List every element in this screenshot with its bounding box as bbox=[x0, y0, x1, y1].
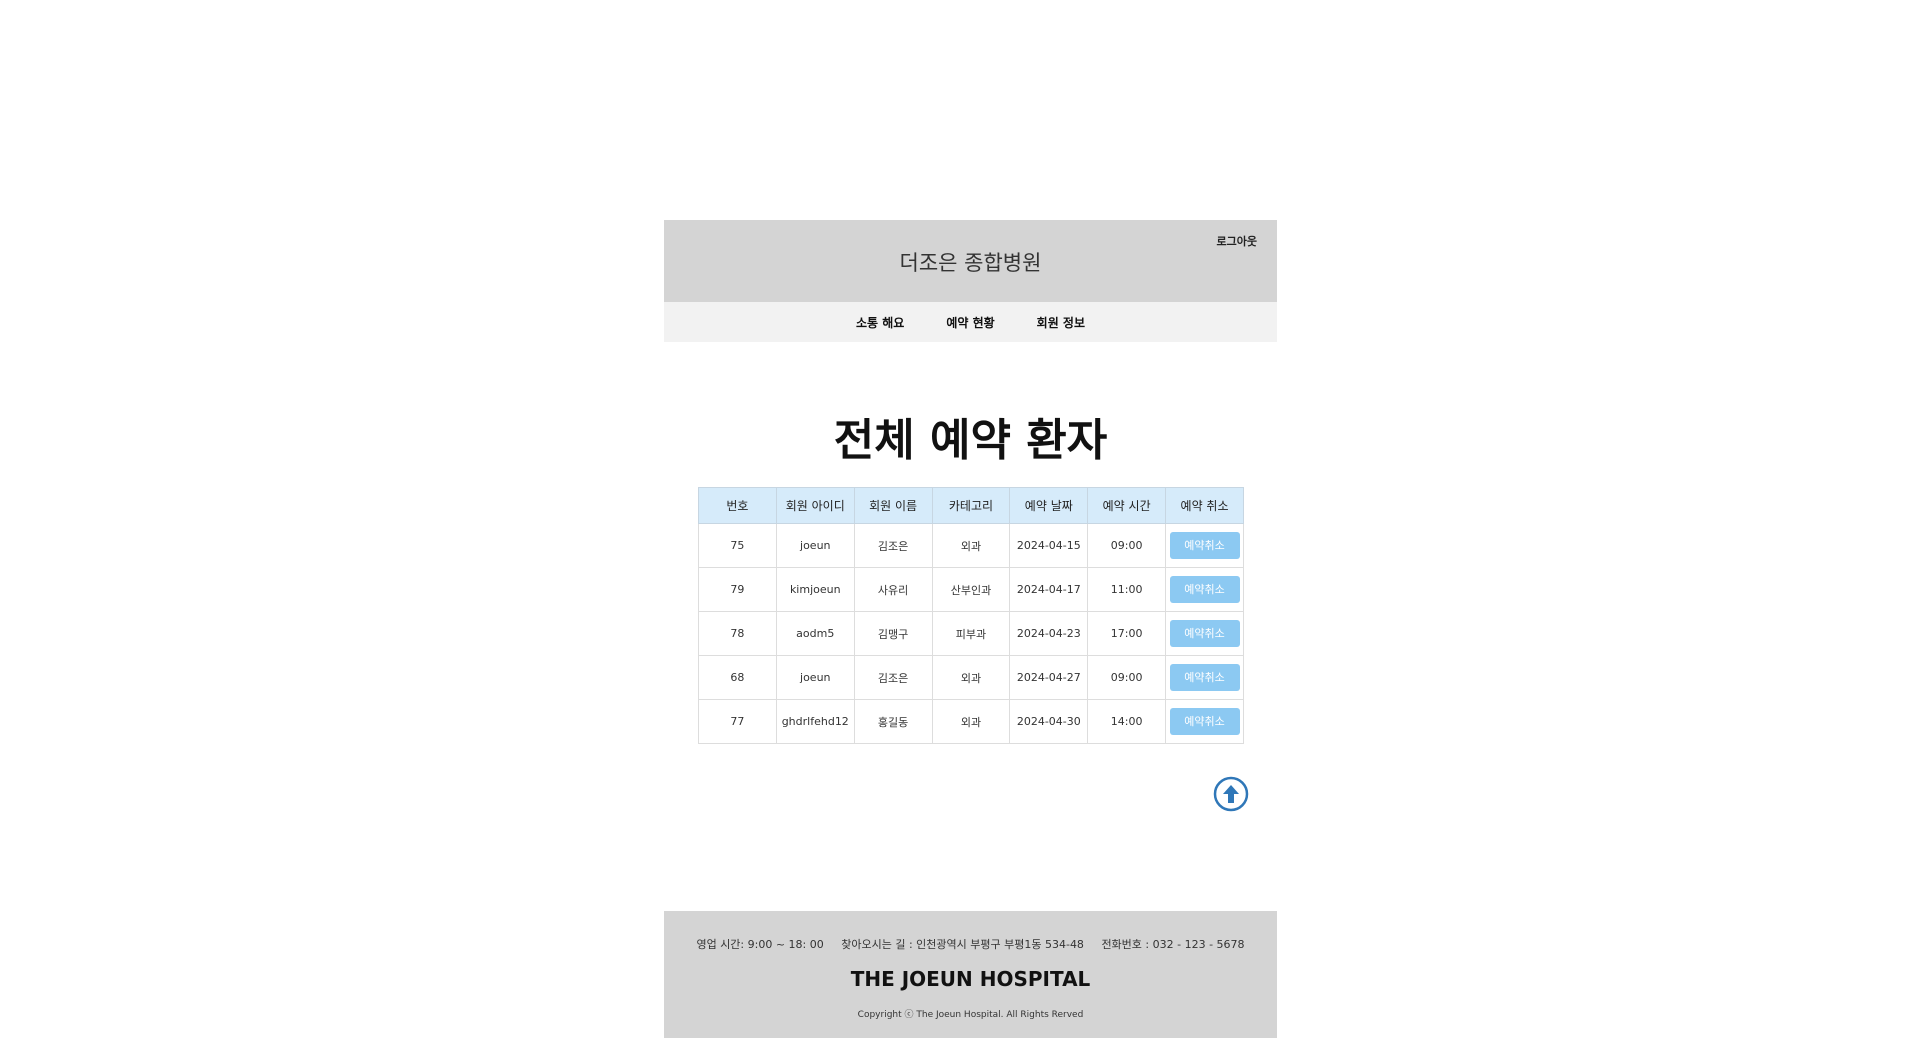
column-header-category: 카테고리 bbox=[931, 487, 1011, 524]
cell-member-id: joeun bbox=[775, 523, 855, 568]
main-nav: 소통 해요 예약 현황 회원 정보 bbox=[664, 302, 1277, 342]
cell-time: 14:00 bbox=[1087, 699, 1167, 744]
phone-number: 전화번호 : 032 - 123 - 5678 bbox=[1101, 938, 1245, 951]
cell-date: 2024-04-27 bbox=[1009, 655, 1089, 700]
cell-category: 외과 bbox=[931, 699, 1011, 744]
site-header: 더조은 종합병원 로그아웃 bbox=[664, 220, 1277, 302]
column-header-number: 번호 bbox=[698, 487, 777, 524]
cancel-reservation-button[interactable]: 예약취소 bbox=[1169, 620, 1240, 647]
cell-member-name: 김조은 bbox=[853, 655, 933, 700]
scroll-to-top-button[interactable] bbox=[1213, 776, 1249, 812]
cell-member-name: 김조은 bbox=[853, 523, 933, 568]
cell-member-id: joeun bbox=[775, 655, 855, 700]
nav-item-reservations[interactable]: 예약 현황 bbox=[946, 314, 994, 331]
footer-info: 영업 시간: 9:00 ~ 18: 00 찾아오시는 길 : 인천광역시 부평구… bbox=[664, 936, 1277, 952]
column-header-cancel: 예약 취소 bbox=[1165, 487, 1244, 524]
cell-category: 외과 bbox=[931, 655, 1011, 700]
cell-category: 산부인과 bbox=[931, 567, 1011, 612]
cell-date: 2024-04-17 bbox=[1009, 567, 1089, 612]
cell-cancel: 예약취소 bbox=[1165, 699, 1244, 744]
cell-time: 09:00 bbox=[1087, 655, 1167, 700]
cell-number: 77 bbox=[698, 699, 777, 744]
address: 찾아오시는 길 : 인천광역시 부평구 부평1동 534-48 bbox=[841, 938, 1084, 951]
cell-member-id: ghdrlfehd12 bbox=[775, 699, 855, 744]
cell-date: 2024-04-23 bbox=[1009, 611, 1089, 656]
cell-time: 17:00 bbox=[1087, 611, 1167, 656]
cancel-reservation-button[interactable]: 예약취소 bbox=[1169, 576, 1240, 603]
column-header-date: 예약 날짜 bbox=[1009, 487, 1089, 524]
copyright: Copyright ⓒ The Joeun Hospital. All Righ… bbox=[857, 1010, 1084, 1020]
page-title: 전체 예약 환자 bbox=[833, 415, 1108, 466]
cell-date: 2024-04-15 bbox=[1009, 523, 1089, 568]
cancel-reservation-button[interactable]: 예약취소 bbox=[1169, 708, 1240, 735]
cell-category: 외과 bbox=[931, 523, 1011, 568]
cell-number: 68 bbox=[698, 655, 777, 700]
footer-brand: THE JOEUN HOSPITAL bbox=[850, 967, 1091, 991]
cancel-reservation-button[interactable]: 예약취소 bbox=[1169, 664, 1240, 691]
cell-number: 79 bbox=[698, 567, 777, 612]
cell-member-name: 사유리 bbox=[853, 567, 933, 612]
cell-member-id: kimjoeun bbox=[775, 567, 855, 612]
nav-item-member-info[interactable]: 회원 정보 bbox=[1037, 314, 1085, 331]
cell-number: 75 bbox=[698, 523, 777, 568]
table-row: 79 kimjoeun 사유리 산부인과 2024-04-17 11:00 예약… bbox=[698, 567, 1244, 612]
arrow-up-circle-icon bbox=[1213, 776, 1249, 812]
main-content: 전체 예약 환자 번호 회원 아이디 회원 이름 카테고리 예약 날짜 예약 시… bbox=[664, 342, 1277, 911]
table-header-row: 번호 회원 아이디 회원 이름 카테고리 예약 날짜 예약 시간 예약 취소 bbox=[698, 487, 1244, 524]
table-row: 77 ghdrlfehd12 홍길동 외과 2024-04-30 14:00 예… bbox=[698, 699, 1244, 744]
cell-cancel: 예약취소 bbox=[1165, 611, 1244, 656]
column-header-member-name: 회원 이름 bbox=[853, 487, 933, 524]
site-container: 더조은 종합병원 로그아웃 소통 해요 예약 현황 회원 정보 전체 예약 환자… bbox=[664, 220, 1277, 1038]
reservation-table: 번호 회원 아이디 회원 이름 카테고리 예약 날짜 예약 시간 예약 취소 7… bbox=[698, 487, 1244, 744]
cell-member-name: 김맹구 bbox=[853, 611, 933, 656]
business-hours: 영업 시간: 9:00 ~ 18: 00 bbox=[696, 938, 824, 951]
nav-item-community[interactable]: 소통 해요 bbox=[856, 314, 904, 331]
cell-cancel: 예약취소 bbox=[1165, 523, 1244, 568]
cell-number: 78 bbox=[698, 611, 777, 656]
page: 더조은 종합병원 로그아웃 소통 해요 예약 현황 회원 정보 전체 예약 환자… bbox=[0, 0, 1926, 1051]
table-row: 78 aodm5 김맹구 피부과 2024-04-23 17:00 예약취소 bbox=[698, 611, 1244, 656]
cell-time: 09:00 bbox=[1087, 523, 1167, 568]
cell-time: 11:00 bbox=[1087, 567, 1167, 612]
cell-member-name: 홍길동 bbox=[853, 699, 933, 744]
table-row: 68 joeun 김조은 외과 2024-04-27 09:00 예약취소 bbox=[698, 655, 1244, 700]
cell-category: 피부과 bbox=[931, 611, 1011, 656]
cancel-reservation-button[interactable]: 예약취소 bbox=[1169, 532, 1240, 559]
logout-link[interactable]: 로그아웃 bbox=[1217, 233, 1257, 249]
table-row: 75 joeun 김조은 외과 2024-04-15 09:00 예약취소 bbox=[698, 523, 1244, 568]
cell-member-id: aodm5 bbox=[775, 611, 855, 656]
site-footer: 영업 시간: 9:00 ~ 18: 00 찾아오시는 길 : 인천광역시 부평구… bbox=[664, 911, 1277, 1038]
column-header-time: 예약 시간 bbox=[1087, 487, 1167, 524]
cell-date: 2024-04-30 bbox=[1009, 699, 1089, 744]
cell-cancel: 예약취소 bbox=[1165, 567, 1244, 612]
column-header-member-id: 회원 아이디 bbox=[775, 487, 855, 524]
cell-cancel: 예약취소 bbox=[1165, 655, 1244, 700]
site-title[interactable]: 더조은 종합병원 bbox=[664, 247, 1277, 277]
